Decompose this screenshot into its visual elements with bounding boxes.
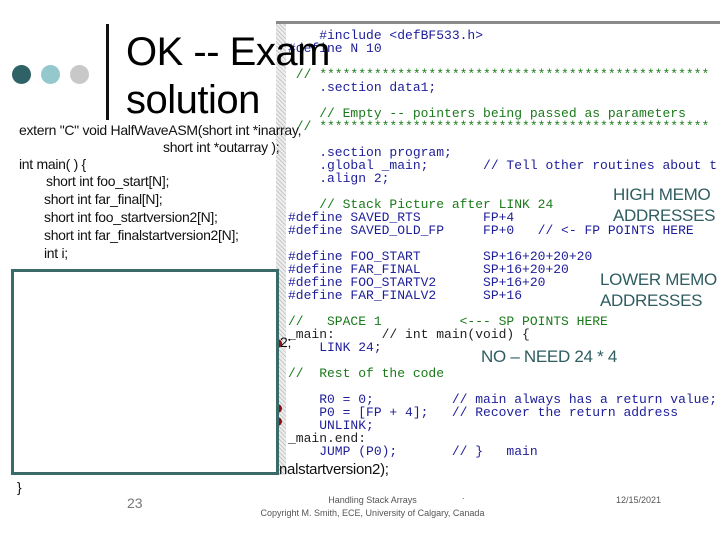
slide-title-line1: OK -- Exam [126,30,330,74]
code-line: #define N 10 [288,41,382,56]
footer-date: 12/15/2021 [616,495,662,505]
blank-answer-box [11,269,279,475]
note-lower-memory: LOWER MEMO [600,270,717,289]
footer-copyright: Copyright M. Smith, ECE, University of C… [260,508,485,518]
decor-dot-gray [70,65,89,84]
note-need: NO – NEED 24 * 4 [481,347,617,366]
c-decl: int i; [44,245,68,261]
note-high-memory: HIGH MEMO [613,185,711,204]
code-line: JUMP (P0); // } main [288,444,538,459]
c-extern-line: extern "C" void HalfWaveASM(short int *i… [19,122,302,138]
decor-dot-dark [12,65,31,84]
c-partial: nalstartversion2); [279,461,389,478]
slide-title-line2: solution [126,78,260,122]
c-partial: 2; [280,334,292,350]
code-line: // Rest of the code [288,366,445,381]
footer-dot: . [462,491,465,501]
c-decl: short int foo_startversion2[N]; [44,209,218,225]
code-line: // *************************************… [288,119,710,134]
code-line: .align 2; [288,171,390,186]
footer-title: Handling Stack Arrays [328,495,417,505]
c-decl: short int foo_start[N]; [46,173,170,189]
decor-dot-teal [41,65,60,84]
c-extern-line2: short int *outarray ); [163,139,280,155]
assembly-code: #include <defBF533.h> #define N 10 // ***… [288,29,717,458]
c-close-brace: } [17,479,22,495]
code-editor-panel: #include <defBF533.h> #define N 10 // ***… [276,21,720,475]
c-main-line: int main( ) { [19,156,86,172]
c-decl: short int far_finalstartversion2[N]; [44,227,239,243]
c-decl: short int far_final[N]; [44,191,163,207]
title-divider [106,24,109,120]
note-lower-addresses: ADDRESSES [600,291,703,310]
code-line: .section data1; [288,80,437,95]
note-high-addresses: ADDRESSES [613,206,716,225]
